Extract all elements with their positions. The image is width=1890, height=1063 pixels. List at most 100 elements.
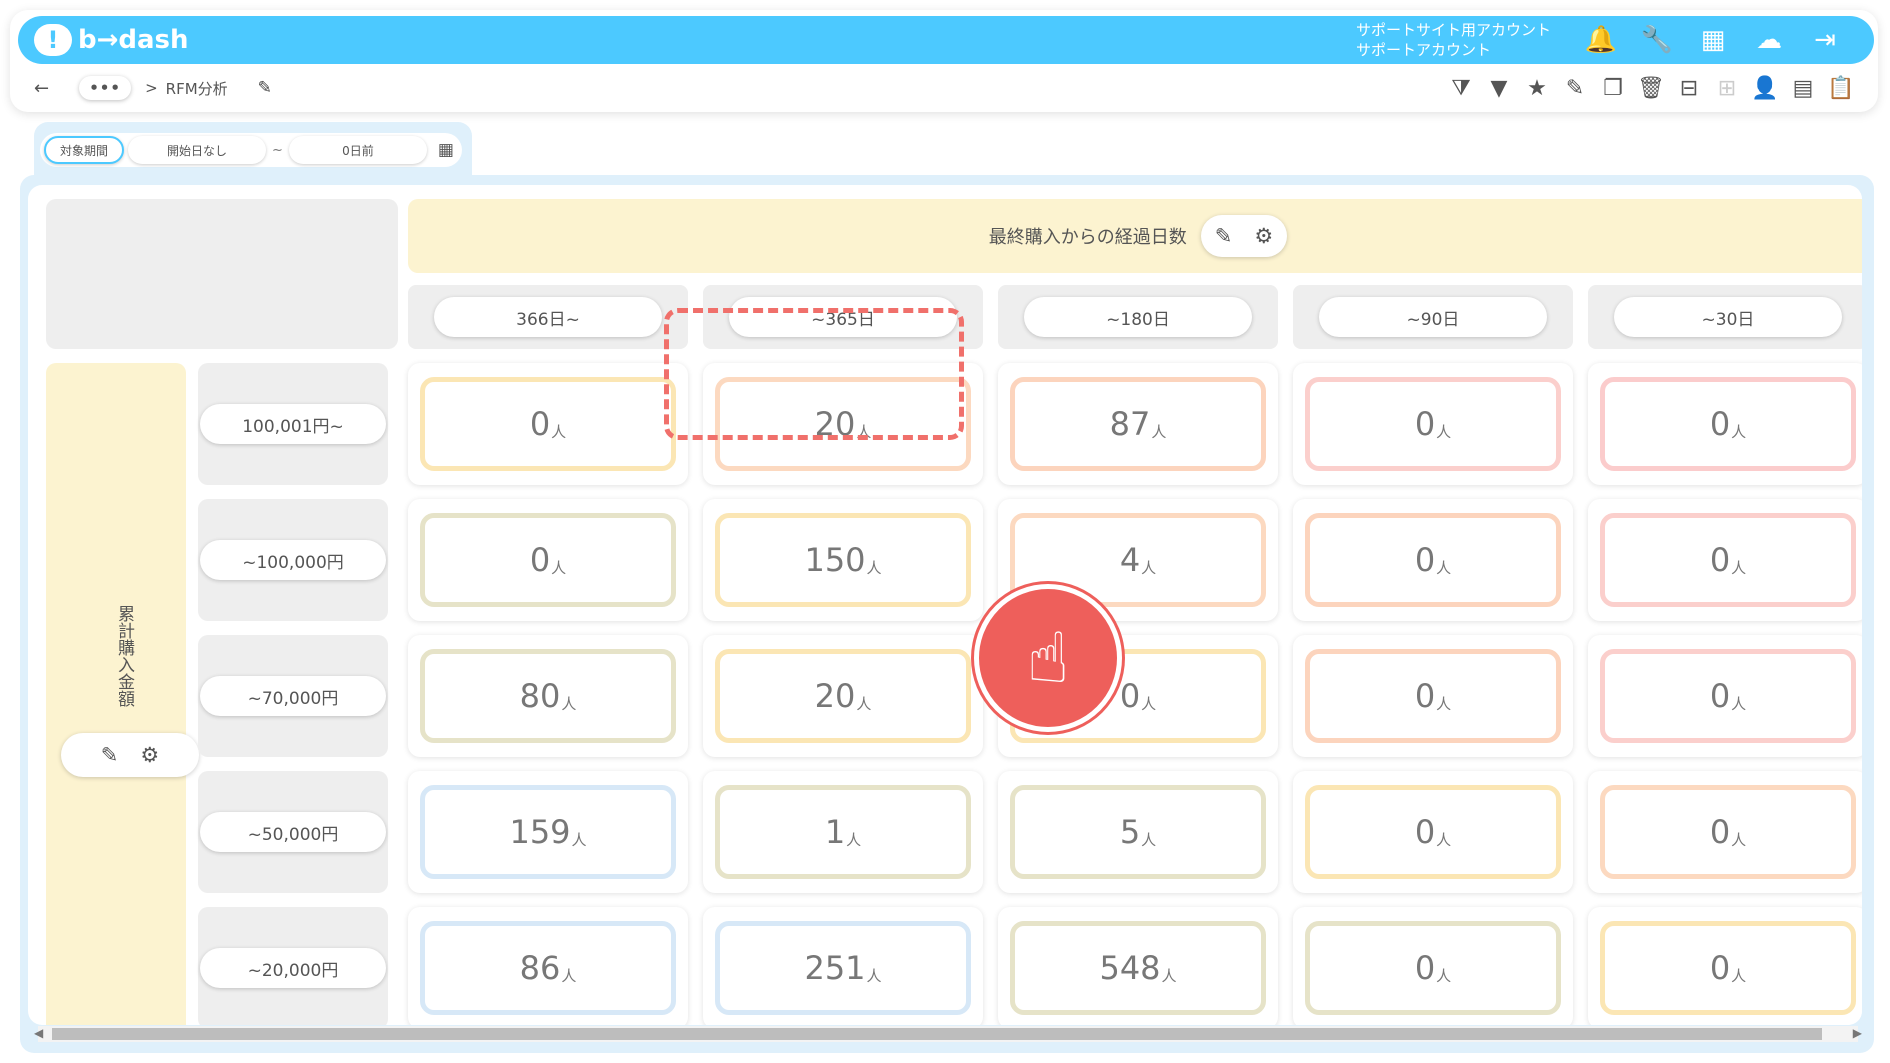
matrix-cell[interactable]: 5人: [998, 771, 1278, 893]
wrench-icon[interactable]: 🔧: [1640, 24, 1674, 56]
logout-icon[interactable]: ⇥: [1808, 24, 1842, 56]
matrix-cell[interactable]: 159 人: [408, 771, 688, 893]
matrix-cell[interactable]: 1人: [703, 771, 983, 893]
edit-column-axis-icon[interactable]: ✎: [1215, 224, 1233, 248]
breadcrumb-more-button[interactable]: •••: [79, 76, 131, 100]
matrix-cell[interactable]: 0人: [1293, 907, 1573, 1025]
account-info[interactable]: サポートサイト用アカウント サポートアカウント: [1356, 20, 1551, 60]
segment-count[interactable]: 80 人: [420, 649, 676, 743]
row-header-label[interactable]: ~20,000円: [200, 948, 386, 988]
calendar-icon[interactable]: ▦: [435, 139, 457, 161]
rename-pencil-icon[interactable]: ✎: [258, 78, 272, 98]
segment-count-value: 1: [824, 813, 846, 851]
end-date-field[interactable]: 0日前: [288, 136, 427, 164]
segment-count[interactable]: 0人: [1305, 513, 1561, 607]
user-check-icon[interactable]: 👤: [1751, 74, 1778, 102]
column-header-label[interactable]: ~30日: [1614, 297, 1842, 337]
row-header-label[interactable]: 100,001円~: [200, 404, 386, 444]
row-header-label[interactable]: ~100,000円: [200, 540, 386, 580]
segment-count[interactable]: 0人: [1600, 513, 1856, 607]
segment-count[interactable]: 548 人: [1010, 921, 1266, 1015]
segment-count[interactable]: 0人: [1305, 921, 1561, 1015]
column-header-label[interactable]: 366日~: [434, 297, 662, 337]
segment-count[interactable]: 0人: [1600, 377, 1856, 471]
delete-icon[interactable]: 🗑: [1637, 74, 1665, 102]
segment-count-value: 159: [509, 813, 571, 851]
segment-count[interactable]: 20 人: [715, 649, 971, 743]
app-logo[interactable]: ! b→dash: [34, 22, 189, 58]
segment-count-unit: 人: [571, 830, 587, 849]
matrix-cell[interactable]: 0人: [408, 363, 688, 485]
segment-count-unit: 人: [1731, 694, 1747, 713]
start-date-field[interactable]: 開始日なし: [128, 136, 266, 164]
matrix-cell[interactable]: 0人: [1588, 499, 1862, 621]
date-range-tilde: ~: [272, 142, 283, 158]
segment-count-value: 0: [1119, 677, 1141, 715]
segment-count-unit: 人: [1141, 558, 1157, 577]
archive-icon[interactable]: ⊟: [1676, 74, 1702, 102]
segment-count[interactable]: 0人: [420, 377, 676, 471]
horizontal-scrollbar[interactable]: ◀ ▶: [34, 1026, 1862, 1042]
support-chat-icon[interactable]: ☁: [1752, 24, 1786, 56]
matrix-cell[interactable]: 80 人: [408, 635, 688, 757]
segment-count[interactable]: 0人: [1305, 785, 1561, 879]
segment-count[interactable]: 0人: [420, 513, 676, 607]
scroll-right-arrow-icon[interactable]: ▶: [1853, 1026, 1862, 1040]
matrix-cell[interactable]: 0人: [1588, 771, 1862, 893]
matrix-cell[interactable]: 0人: [1588, 907, 1862, 1025]
segment-count[interactable]: 150 人: [715, 513, 971, 607]
matrix-cell[interactable]: 0人: [1293, 363, 1573, 485]
segment-count[interactable]: 0人: [1305, 649, 1561, 743]
row-header-label[interactable]: ~70,000円: [200, 676, 386, 716]
segment-count[interactable]: 1人: [715, 785, 971, 879]
matrix-cell[interactable]: 251 人: [703, 907, 983, 1025]
scroll-left-arrow-icon[interactable]: ◀: [34, 1026, 43, 1040]
segment-count[interactable]: 5人: [1010, 785, 1266, 879]
matrix-cell[interactable]: 0人: [1293, 499, 1573, 621]
clipboard-icon[interactable]: 📋: [1827, 74, 1854, 102]
back-arrow-icon[interactable]: ←: [34, 78, 49, 99]
segment-count[interactable]: 86 人: [420, 921, 676, 1015]
column-header-label[interactable]: ~90日: [1319, 297, 1547, 337]
document-icon[interactable]: ▤: [1790, 74, 1816, 102]
matrix-cell[interactable]: 0人: [1293, 771, 1573, 893]
bell-icon[interactable]: 🔔: [1584, 24, 1618, 56]
period-label-button[interactable]: 対象期間: [44, 136, 124, 164]
segment-count[interactable]: 0人: [1600, 785, 1856, 879]
segment-count[interactable]: 0人: [1600, 921, 1856, 1015]
segment-count[interactable]: 251 人: [715, 921, 971, 1015]
settings-column-axis-icon[interactable]: ⚙: [1254, 224, 1273, 248]
segment-count-unit: 人: [1436, 558, 1452, 577]
filter-icon[interactable]: ▼: [1486, 74, 1512, 102]
segment-count-value: 4: [1119, 541, 1141, 579]
segment-count[interactable]: 0人: [1600, 649, 1856, 743]
matrix-cell[interactable]: 20 人: [703, 635, 983, 757]
matrix-cell[interactable]: 87 人: [998, 363, 1278, 485]
segment-count-value: 0: [1709, 541, 1731, 579]
matrix-cell[interactable]: 0人: [1588, 635, 1862, 757]
segment-count-unit: 人: [1436, 966, 1452, 985]
column-header-label[interactable]: ~180日: [1024, 297, 1252, 337]
star-icon[interactable]: ★: [1524, 74, 1550, 102]
segment-count[interactable]: 87 人: [1010, 377, 1266, 471]
apps-grid-icon[interactable]: ▦: [1696, 24, 1730, 56]
matrix-cell[interactable]: 86 人: [408, 907, 688, 1025]
settings-row-axis-icon[interactable]: ⚙: [140, 743, 159, 767]
edit-row-axis-icon[interactable]: ✎: [101, 743, 119, 767]
matrix-cell[interactable]: 0人: [1293, 635, 1573, 757]
scrollbar-thumb[interactable]: [52, 1028, 1822, 1040]
matrix-cell[interactable]: 548 人: [998, 907, 1278, 1025]
segment-count-value: 20: [814, 677, 856, 715]
segment-count[interactable]: 159 人: [420, 785, 676, 879]
segment-count-unit: 人: [866, 966, 882, 985]
row-header-label[interactable]: ~50,000円: [200, 812, 386, 852]
matrix-cell[interactable]: 150 人: [703, 499, 983, 621]
unarchive-icon[interactable]: ⊞: [1714, 74, 1740, 102]
matrix-cell[interactable]: 0人: [408, 499, 688, 621]
copy-icon[interactable]: ❐: [1600, 74, 1626, 102]
segment-count[interactable]: 0人: [1305, 377, 1561, 471]
filter-clear-icon[interactable]: ⧩: [1448, 74, 1474, 102]
edit-icon[interactable]: ✎: [1562, 74, 1588, 102]
matrix-cell[interactable]: 0人: [1588, 363, 1862, 485]
date-filter-bar: 対象期間 開始日なし ~ 0日前 ▦: [40, 133, 462, 167]
